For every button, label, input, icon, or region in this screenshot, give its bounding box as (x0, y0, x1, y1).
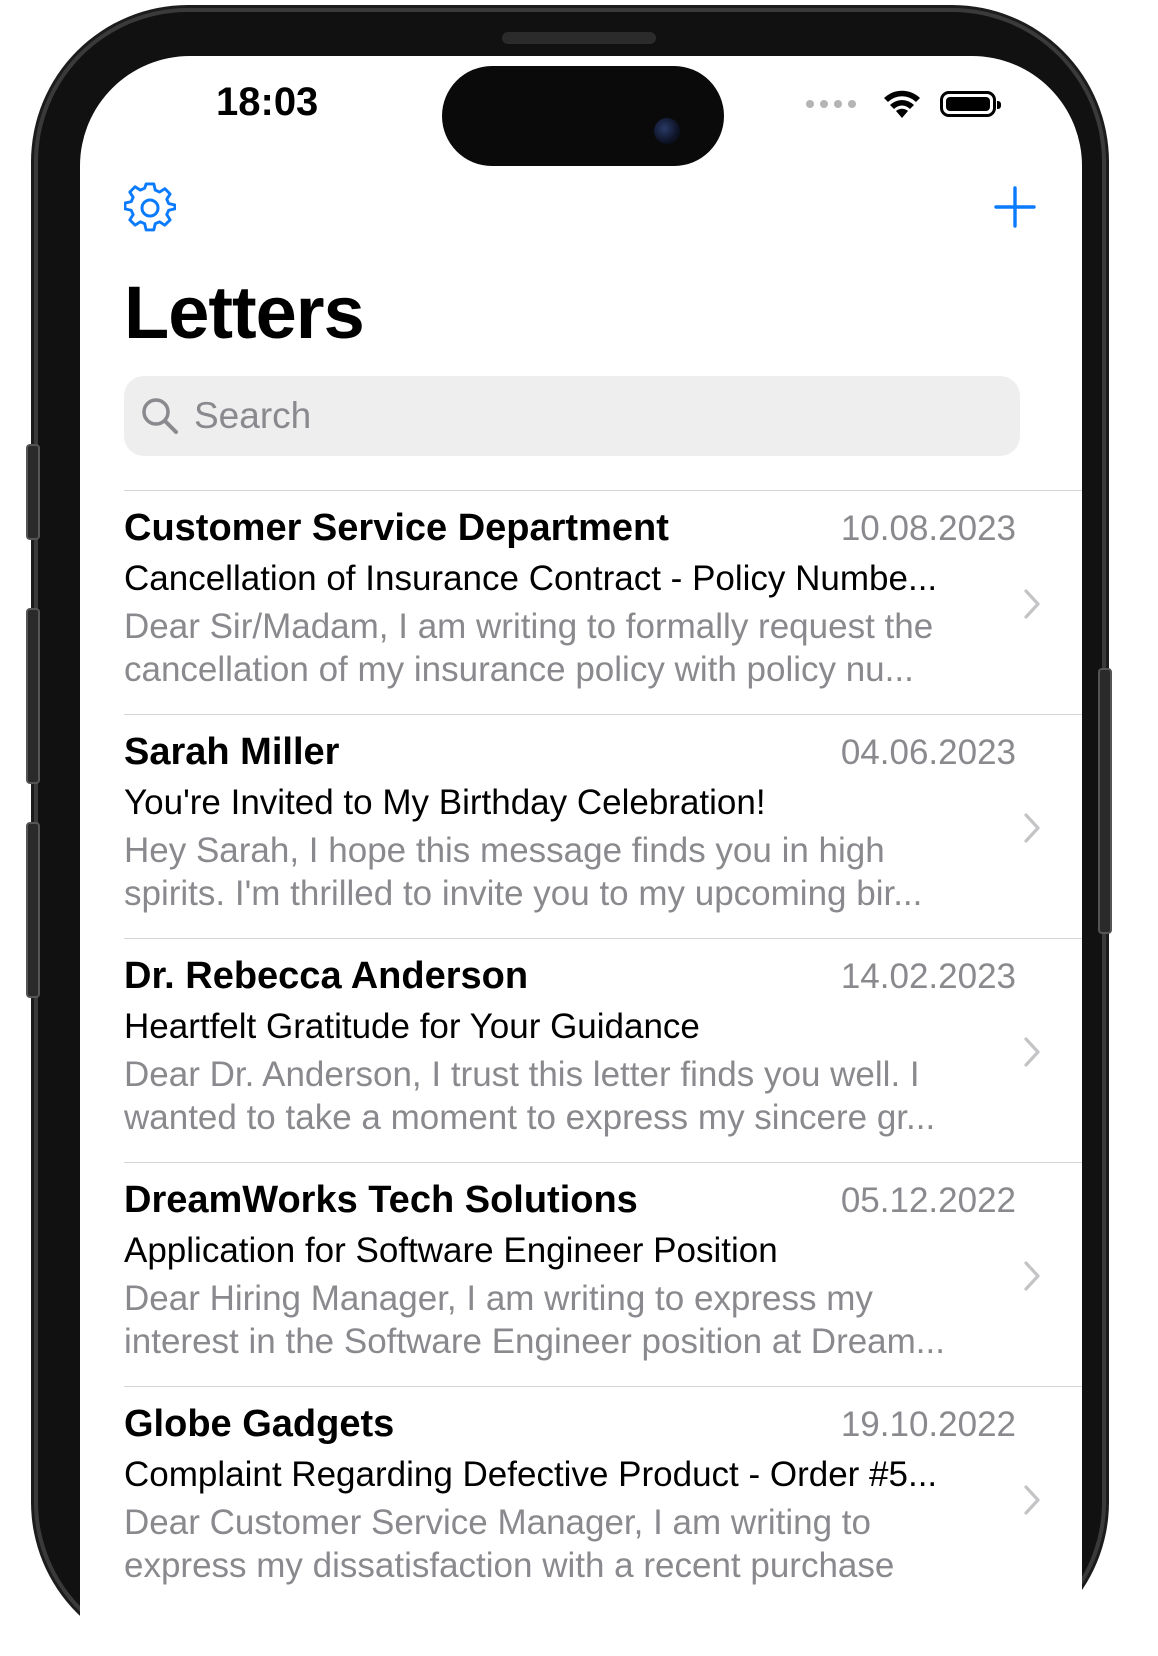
dynamic-island (442, 66, 724, 166)
chevron-right-icon (1024, 1485, 1040, 1515)
letter-preview: Dear Hiring Manager, I am writing to exp… (124, 1279, 945, 1361)
letter-preview: Dear Sir/Madam, I am writing to formally… (124, 607, 934, 689)
letter-row[interactable]: Customer Service Department 10.08.2023 C… (124, 490, 1082, 714)
letter-date: 14.02.2023 (840, 957, 1016, 996)
letter-subject: Heartfelt Gratitude for Your Guidance (124, 1007, 700, 1046)
letters-list: Customer Service Department 10.08.2023 C… (124, 490, 1082, 1610)
chevron-right-icon (1024, 1037, 1040, 1067)
letter-subject: Complaint Regarding Defective Product - … (124, 1455, 938, 1494)
plus-icon[interactable] (992, 184, 1038, 230)
letter-subject: Cancellation of Insurance Contract - Pol… (124, 559, 938, 598)
search-placeholder: Search (194, 395, 312, 436)
letter-sender: Globe Gadgets (124, 1403, 395, 1445)
page-title: Letters (124, 271, 365, 354)
side-button-power (1098, 668, 1112, 934)
side-button-volume-down (26, 822, 40, 998)
letter-preview: Hey Sarah, I hope this message finds you… (124, 831, 923, 913)
side-button-volume-up (26, 608, 40, 784)
status-time: 18:03 (216, 80, 319, 124)
magnifying-glass-icon (142, 398, 178, 434)
side-button-silent (26, 444, 40, 540)
wifi-icon (884, 90, 920, 118)
letter-row[interactable]: Globe Gadgets 19.10.2022 Complaint Regar… (124, 1386, 1082, 1610)
letter-sender: Customer Service Department (124, 507, 669, 549)
letter-date: 10.08.2023 (840, 509, 1016, 548)
search-field[interactable]: Search (124, 376, 1020, 456)
letter-row[interactable]: Sarah Miller 04.06.2023 You're Invited t… (124, 714, 1082, 938)
letter-preview: Dear Dr. Anderson, I trust this letter f… (124, 1055, 936, 1137)
cellular-dots-icon (806, 100, 856, 108)
chevron-right-icon (1024, 813, 1040, 843)
letter-subject: Application for Software Engineer Positi… (124, 1231, 778, 1270)
chevron-right-icon (1024, 1261, 1040, 1291)
letter-date: 04.06.2023 (840, 733, 1016, 772)
letter-date: 19.10.2022 (840, 1405, 1016, 1444)
letter-sender: DreamWorks Tech Solutions (124, 1179, 638, 1221)
speaker-grille (502, 32, 656, 44)
letter-sender: Sarah Miller (124, 731, 340, 773)
camera-icon (654, 118, 680, 144)
chevron-right-icon (1024, 589, 1040, 619)
letter-subject: You're Invited to My Birthday Celebratio… (124, 783, 766, 822)
status-indicators (806, 88, 1001, 120)
letter-row[interactable]: DreamWorks Tech Solutions 05.12.2022 App… (124, 1162, 1082, 1386)
letter-date: 05.12.2022 (840, 1181, 1016, 1220)
battery-icon (940, 91, 1001, 117)
letter-row[interactable]: Dr. Rebecca Anderson 14.02.2023 Heartfel… (124, 938, 1082, 1162)
letter-sender: Dr. Rebecca Anderson (124, 955, 529, 997)
letter-preview: Dear Customer Service Manager, I am writ… (124, 1503, 895, 1585)
screen: 18:03 Letters Search Customer Service De… (80, 56, 1082, 1656)
gear-icon[interactable] (124, 182, 176, 234)
